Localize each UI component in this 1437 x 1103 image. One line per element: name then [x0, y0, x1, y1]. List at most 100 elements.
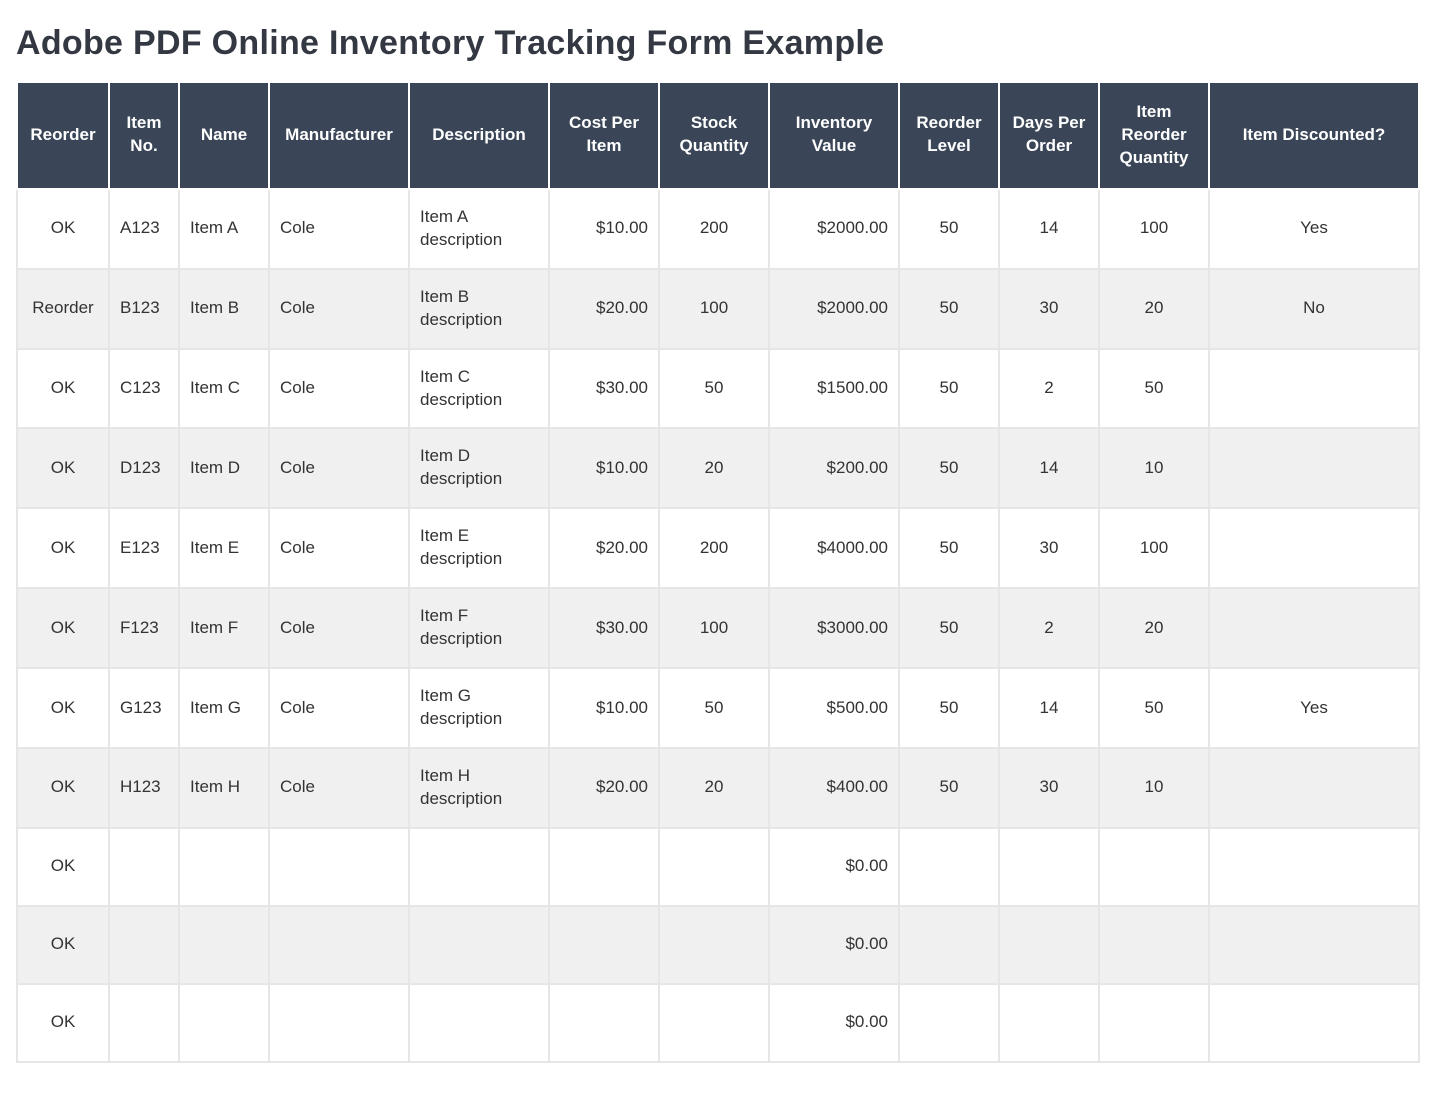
- cell-item_no: E123: [109, 508, 179, 588]
- cell-name: Item B: [179, 269, 269, 349]
- cell-reorder_qty: 50: [1099, 668, 1209, 748]
- cell-manufacturer: Cole: [269, 748, 409, 828]
- cell-value: $3000.00: [769, 588, 899, 668]
- table-row: OK$0.00: [17, 906, 1419, 984]
- cell-item_no: [109, 984, 179, 1062]
- table-row: OKF123Item FColeItem F description$30.00…: [17, 588, 1419, 668]
- table-row: OKD123Item DColeItem D description$10.00…: [17, 428, 1419, 508]
- cell-value: $4000.00: [769, 508, 899, 588]
- table-row: OKA123Item AColeItem A description$10.00…: [17, 189, 1419, 269]
- cell-description: Item B description: [409, 269, 549, 349]
- cell-discounted: Yes: [1209, 189, 1419, 269]
- cell-value: $500.00: [769, 668, 899, 748]
- cell-item_no: [109, 828, 179, 906]
- col-header-manufacturer: Manufacturer: [269, 82, 409, 189]
- cell-item_no: B123: [109, 269, 179, 349]
- cell-value: $400.00: [769, 748, 899, 828]
- table-row: OK $0.00: [17, 828, 1419, 906]
- cell-stock: 50: [659, 349, 769, 429]
- cell-cost: $10.00: [549, 189, 659, 269]
- cell-description: Item F description: [409, 588, 549, 668]
- cell-stock: 100: [659, 588, 769, 668]
- cell-reorder_qty: [1099, 906, 1209, 984]
- cell-cost: [549, 984, 659, 1062]
- cell-days: 30: [999, 508, 1099, 588]
- cell-value: $2000.00: [769, 189, 899, 269]
- cell-stock: 200: [659, 508, 769, 588]
- cell-reorder_qty: 10: [1099, 428, 1209, 508]
- col-header-value: Inventory Value: [769, 82, 899, 189]
- cell-discounted: [1209, 508, 1419, 588]
- cell-description: Item H description: [409, 748, 549, 828]
- cell-description: [409, 828, 549, 906]
- col-header-stock: Stock Quantity: [659, 82, 769, 189]
- cell-reorder_qty: 10: [1099, 748, 1209, 828]
- cell-item_no: D123: [109, 428, 179, 508]
- cell-days: 14: [999, 668, 1099, 748]
- cell-reorder_qty: 20: [1099, 269, 1209, 349]
- cell-days: 30: [999, 748, 1099, 828]
- cell-reorder_lvl: [899, 828, 999, 906]
- cell-manufacturer: Cole: [269, 508, 409, 588]
- cell-reorder_qty: [1099, 984, 1209, 1062]
- cell-reorder_qty: 20: [1099, 588, 1209, 668]
- cell-discounted: [1209, 349, 1419, 429]
- col-header-reorder: Reorder: [17, 82, 109, 189]
- cell-reorder: OK: [17, 748, 109, 828]
- cell-value: $0.00: [769, 828, 899, 906]
- cell-days: [999, 906, 1099, 984]
- cell-manufacturer: Cole: [269, 668, 409, 748]
- cell-days: 14: [999, 189, 1099, 269]
- cell-reorder: OK: [17, 828, 109, 906]
- cell-reorder: OK: [17, 349, 109, 429]
- cell-reorder: OK: [17, 428, 109, 508]
- col-header-discounted: Item Discounted?: [1209, 82, 1419, 189]
- cell-name: [179, 906, 269, 984]
- cell-reorder_lvl: 50: [899, 428, 999, 508]
- cell-name: Item C: [179, 349, 269, 429]
- cell-cost: $20.00: [549, 269, 659, 349]
- cell-discounted: Yes: [1209, 668, 1419, 748]
- cell-reorder_lvl: 50: [899, 189, 999, 269]
- col-header-reorder_lvl: Reorder Level: [899, 82, 999, 189]
- table-row: ReorderB123Item BColeItem B description$…: [17, 269, 1419, 349]
- table-row: OKC123Item CColeItem C description$30.00…: [17, 349, 1419, 429]
- cell-cost: $30.00: [549, 349, 659, 429]
- cell-reorder_qty: 100: [1099, 189, 1209, 269]
- col-header-reorder_qty: Item Reorder Quantity: [1099, 82, 1209, 189]
- cell-reorder: OK: [17, 588, 109, 668]
- inventory-table: ReorderItem No.NameManufacturerDescripti…: [16, 81, 1420, 1063]
- cell-description: Item C description: [409, 349, 549, 429]
- cell-reorder_lvl: 50: [899, 269, 999, 349]
- cell-days: 14: [999, 428, 1099, 508]
- cell-description: Item A description: [409, 189, 549, 269]
- table-row: OKH123Item HColeItem H description$20.00…: [17, 748, 1419, 828]
- cell-reorder: OK: [17, 984, 109, 1062]
- cell-item_no: [109, 906, 179, 984]
- cell-reorder: OK: [17, 189, 109, 269]
- table-row: OK$0.00: [17, 984, 1419, 1062]
- cell-item_no: A123: [109, 189, 179, 269]
- col-header-days: Days Per Order: [999, 82, 1099, 189]
- cell-manufacturer: [269, 828, 409, 906]
- col-header-name: Name: [179, 82, 269, 189]
- cell-item_no: F123: [109, 588, 179, 668]
- cell-stock: [659, 984, 769, 1062]
- cell-reorder_lvl: [899, 906, 999, 984]
- cell-reorder: OK: [17, 508, 109, 588]
- cell-manufacturer: Cole: [269, 588, 409, 668]
- cell-stock: 100: [659, 269, 769, 349]
- cell-name: Item D: [179, 428, 269, 508]
- cell-cost: [549, 828, 659, 906]
- cell-reorder_qty: 100: [1099, 508, 1209, 588]
- cell-name: Item G: [179, 668, 269, 748]
- table-header: ReorderItem No.NameManufacturerDescripti…: [17, 82, 1419, 189]
- cell-reorder_qty: [1099, 828, 1209, 906]
- cell-name: [179, 984, 269, 1062]
- cell-cost: $10.00: [549, 668, 659, 748]
- col-header-cost: Cost Per Item: [549, 82, 659, 189]
- table-row: OKG123Item GColeItem G description$10.00…: [17, 668, 1419, 748]
- cell-stock: 20: [659, 428, 769, 508]
- cell-reorder_qty: 50: [1099, 349, 1209, 429]
- cell-description: Item E description: [409, 508, 549, 588]
